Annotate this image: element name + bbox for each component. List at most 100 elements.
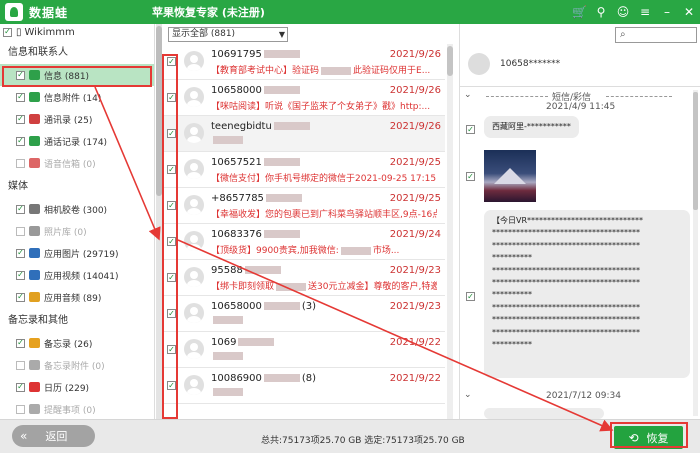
- message-date: 2021/9/25: [389, 193, 441, 204]
- annotation-box: [610, 422, 688, 448]
- category-checkbox[interactable]: ✓: [16, 92, 25, 102]
- menu-icon[interactable]: ≡: [638, 3, 652, 21]
- collapse-icon[interactable]: ⌄: [464, 90, 472, 100]
- message-bubble: 西藏阿里-***********: [484, 116, 579, 139]
- category-checkbox[interactable]: ✓: [16, 248, 25, 258]
- message-list-scrollbar[interactable]: [447, 44, 453, 419]
- sidebar-item[interactable]: 照片库 (0): [0, 220, 154, 242]
- sidebar-item-label: 相机胶卷 (300): [44, 205, 108, 216]
- message-row[interactable]: ✓955882021/9/23【绑卡即刻领取送30元立减金】尊敬的客户,特邀您参…: [162, 260, 445, 296]
- chevron-down-icon: ▼: [278, 30, 285, 39]
- message-sender: 10658000 (3): [211, 301, 317, 312]
- category-icon: [29, 292, 40, 302]
- category-icon: [29, 248, 40, 258]
- device-row[interactable]: ✓ ▯ Wikimmm: [0, 24, 154, 40]
- filter-select[interactable]: 显示全部 (881) ▼: [168, 27, 288, 42]
- message-preview: 【幸福收发】您的包裹已到广科菜鸟驿站顺丰区,9点-16点...: [211, 210, 437, 220]
- sidebar-item[interactable]: ✓ 备忘录 (26): [0, 332, 154, 354]
- avatar: [468, 53, 490, 75]
- message-row[interactable]: ✓ +8657785 2021/9/25 【幸福收发】您的包裹已到广科菜鸟驿站顺丰区,…: [162, 188, 445, 224]
- category-checkbox[interactable]: ✓: [16, 292, 25, 302]
- category-checkbox[interactable]: [16, 404, 25, 414]
- back-label: 返回: [45, 430, 68, 443]
- message-time: 2021/4/9 11:45: [546, 102, 616, 112]
- section-heading: 备忘录和其他: [8, 315, 68, 326]
- phone-icon: ▯: [16, 26, 22, 38]
- message-date: 2021/9/22: [389, 373, 441, 384]
- sidebar-item[interactable]: ✓ 通讯录 (25): [0, 108, 154, 130]
- message-row[interactable]: ✓ 10657521 2021/9/25 【微信支付】你手机号绑定的微信于2021-0…: [162, 152, 445, 188]
- category-checkbox[interactable]: [16, 360, 25, 370]
- sidebar-item-label: 通讯录 (25): [44, 115, 93, 126]
- category-checkbox[interactable]: ✓: [16, 204, 25, 214]
- sidebar-item[interactable]: ✓ 应用音频 (89): [0, 286, 154, 308]
- category-icon: [29, 404, 40, 414]
- message-row[interactable]: ✓ 10658000 (3) 2021/9/23: [162, 296, 445, 332]
- collapse-icon[interactable]: ⌄: [464, 390, 472, 400]
- message-checkbox[interactable]: ✓: [466, 125, 475, 134]
- avatar: [184, 303, 204, 323]
- detail-scrollbar[interactable]: [693, 90, 698, 416]
- category-icon: [29, 92, 40, 102]
- window-controls: 🛒 ⚲ ☺ ≡ – ✕: [572, 3, 696, 21]
- search-input[interactable]: ⌕: [615, 27, 697, 43]
- message-preview: [211, 315, 437, 325]
- sidebar-item[interactable]: 备忘录附件 (0): [0, 354, 154, 376]
- message-bubble: [484, 408, 604, 419]
- sidebar-item[interactable]: ✓ 日历 (229): [0, 376, 154, 398]
- sidebar-item[interactable]: ✓ 应用图片 (29719): [0, 242, 154, 264]
- category-checkbox[interactable]: [16, 226, 25, 236]
- message-preview: 【咪咕阅读】听说《国子监来了个女弟子》戳》http:...: [211, 102, 431, 112]
- category-checkbox[interactable]: ✓: [16, 270, 25, 280]
- message-row[interactable]: ✓ 10691795 2021/9/26 【教育部考试中心】验证码 此验证码仅用于E..…: [162, 44, 445, 80]
- message-date: 2021/9/26: [389, 121, 441, 132]
- annotation-box: [2, 66, 152, 87]
- category-icon: [29, 360, 40, 370]
- category-icon: [29, 338, 40, 348]
- message-checkbox[interactable]: ✓: [466, 292, 475, 301]
- key-icon[interactable]: ⚲: [594, 3, 608, 21]
- message-sender: 95588: [211, 265, 283, 276]
- sidebar-item[interactable]: ✓ 相机胶卷 (300): [0, 198, 154, 220]
- back-button[interactable]: « 返回: [12, 425, 95, 447]
- message-photo[interactable]: [484, 150, 536, 202]
- message-date: 2021/9/26: [389, 49, 441, 60]
- sidebar-item-label: 通话记录 (174): [44, 137, 108, 148]
- message-date: 2021/9/22: [389, 337, 441, 348]
- message-time: 2021/7/12 09:34: [546, 391, 621, 401]
- message-sender: +8657785: [211, 193, 304, 204]
- category-checkbox[interactable]: ✓: [16, 338, 25, 348]
- sidebar-item-label: 信息附件 (14): [44, 93, 102, 104]
- device-checkbox[interactable]: ✓: [3, 27, 12, 37]
- message-preview: [211, 135, 437, 145]
- sidebar-item[interactable]: 语音信箱 (0): [0, 152, 154, 174]
- category-checkbox[interactable]: ✓: [16, 382, 25, 392]
- category-icon: [29, 114, 40, 124]
- message-checkbox[interactable]: ✓: [466, 172, 475, 181]
- category-checkbox[interactable]: ✓: [16, 114, 25, 124]
- sidebar-item[interactable]: ✓ 应用视频 (14041): [0, 264, 154, 286]
- selection-summary: 总共:75173项25.70 GB 选定:75173项25.70 GB: [261, 436, 465, 446]
- minimize-icon[interactable]: –: [660, 3, 674, 21]
- category-checkbox[interactable]: ✓: [16, 136, 25, 146]
- message-row[interactable]: ✓ 10658000 2021/9/26 【咪咕阅读】听说《国子监来了个女弟子》戳》h…: [162, 80, 445, 116]
- close-icon[interactable]: ✕: [682, 3, 696, 21]
- message-sender: 10086900 (8): [211, 373, 317, 384]
- message-date: 2021/9/23: [389, 301, 441, 312]
- avatar: [184, 231, 204, 251]
- category-checkbox[interactable]: [16, 158, 25, 168]
- message-date: 2021/9/24: [389, 229, 441, 240]
- feedback-icon[interactable]: ☺: [616, 3, 630, 21]
- filter-select-value: 显示全部 (881): [172, 29, 236, 39]
- cart-icon[interactable]: 🛒: [572, 3, 587, 21]
- sidebar-item-label: 日历 (229): [44, 383, 90, 394]
- category-icon: [29, 226, 40, 236]
- message-row[interactable]: ✓ 1069 2021/9/22: [162, 332, 445, 368]
- sidebar-item[interactable]: ✓ 通话记录 (174): [0, 130, 154, 152]
- message-row[interactable]: ✓ 10086900 (8) 2021/9/22: [162, 368, 445, 404]
- sidebar-item[interactable]: 提醒事项 (0): [0, 398, 154, 419]
- message-row[interactable]: ✓ teenegbidtu 2021/9/26: [162, 116, 445, 152]
- sidebar-item[interactable]: ✓ 信息附件 (14): [0, 86, 154, 108]
- message-row[interactable]: ✓ 10683376 2021/9/24 【顶级货】9900贵宾,加我微信: 市场...: [162, 224, 445, 260]
- category-icon: [29, 382, 40, 392]
